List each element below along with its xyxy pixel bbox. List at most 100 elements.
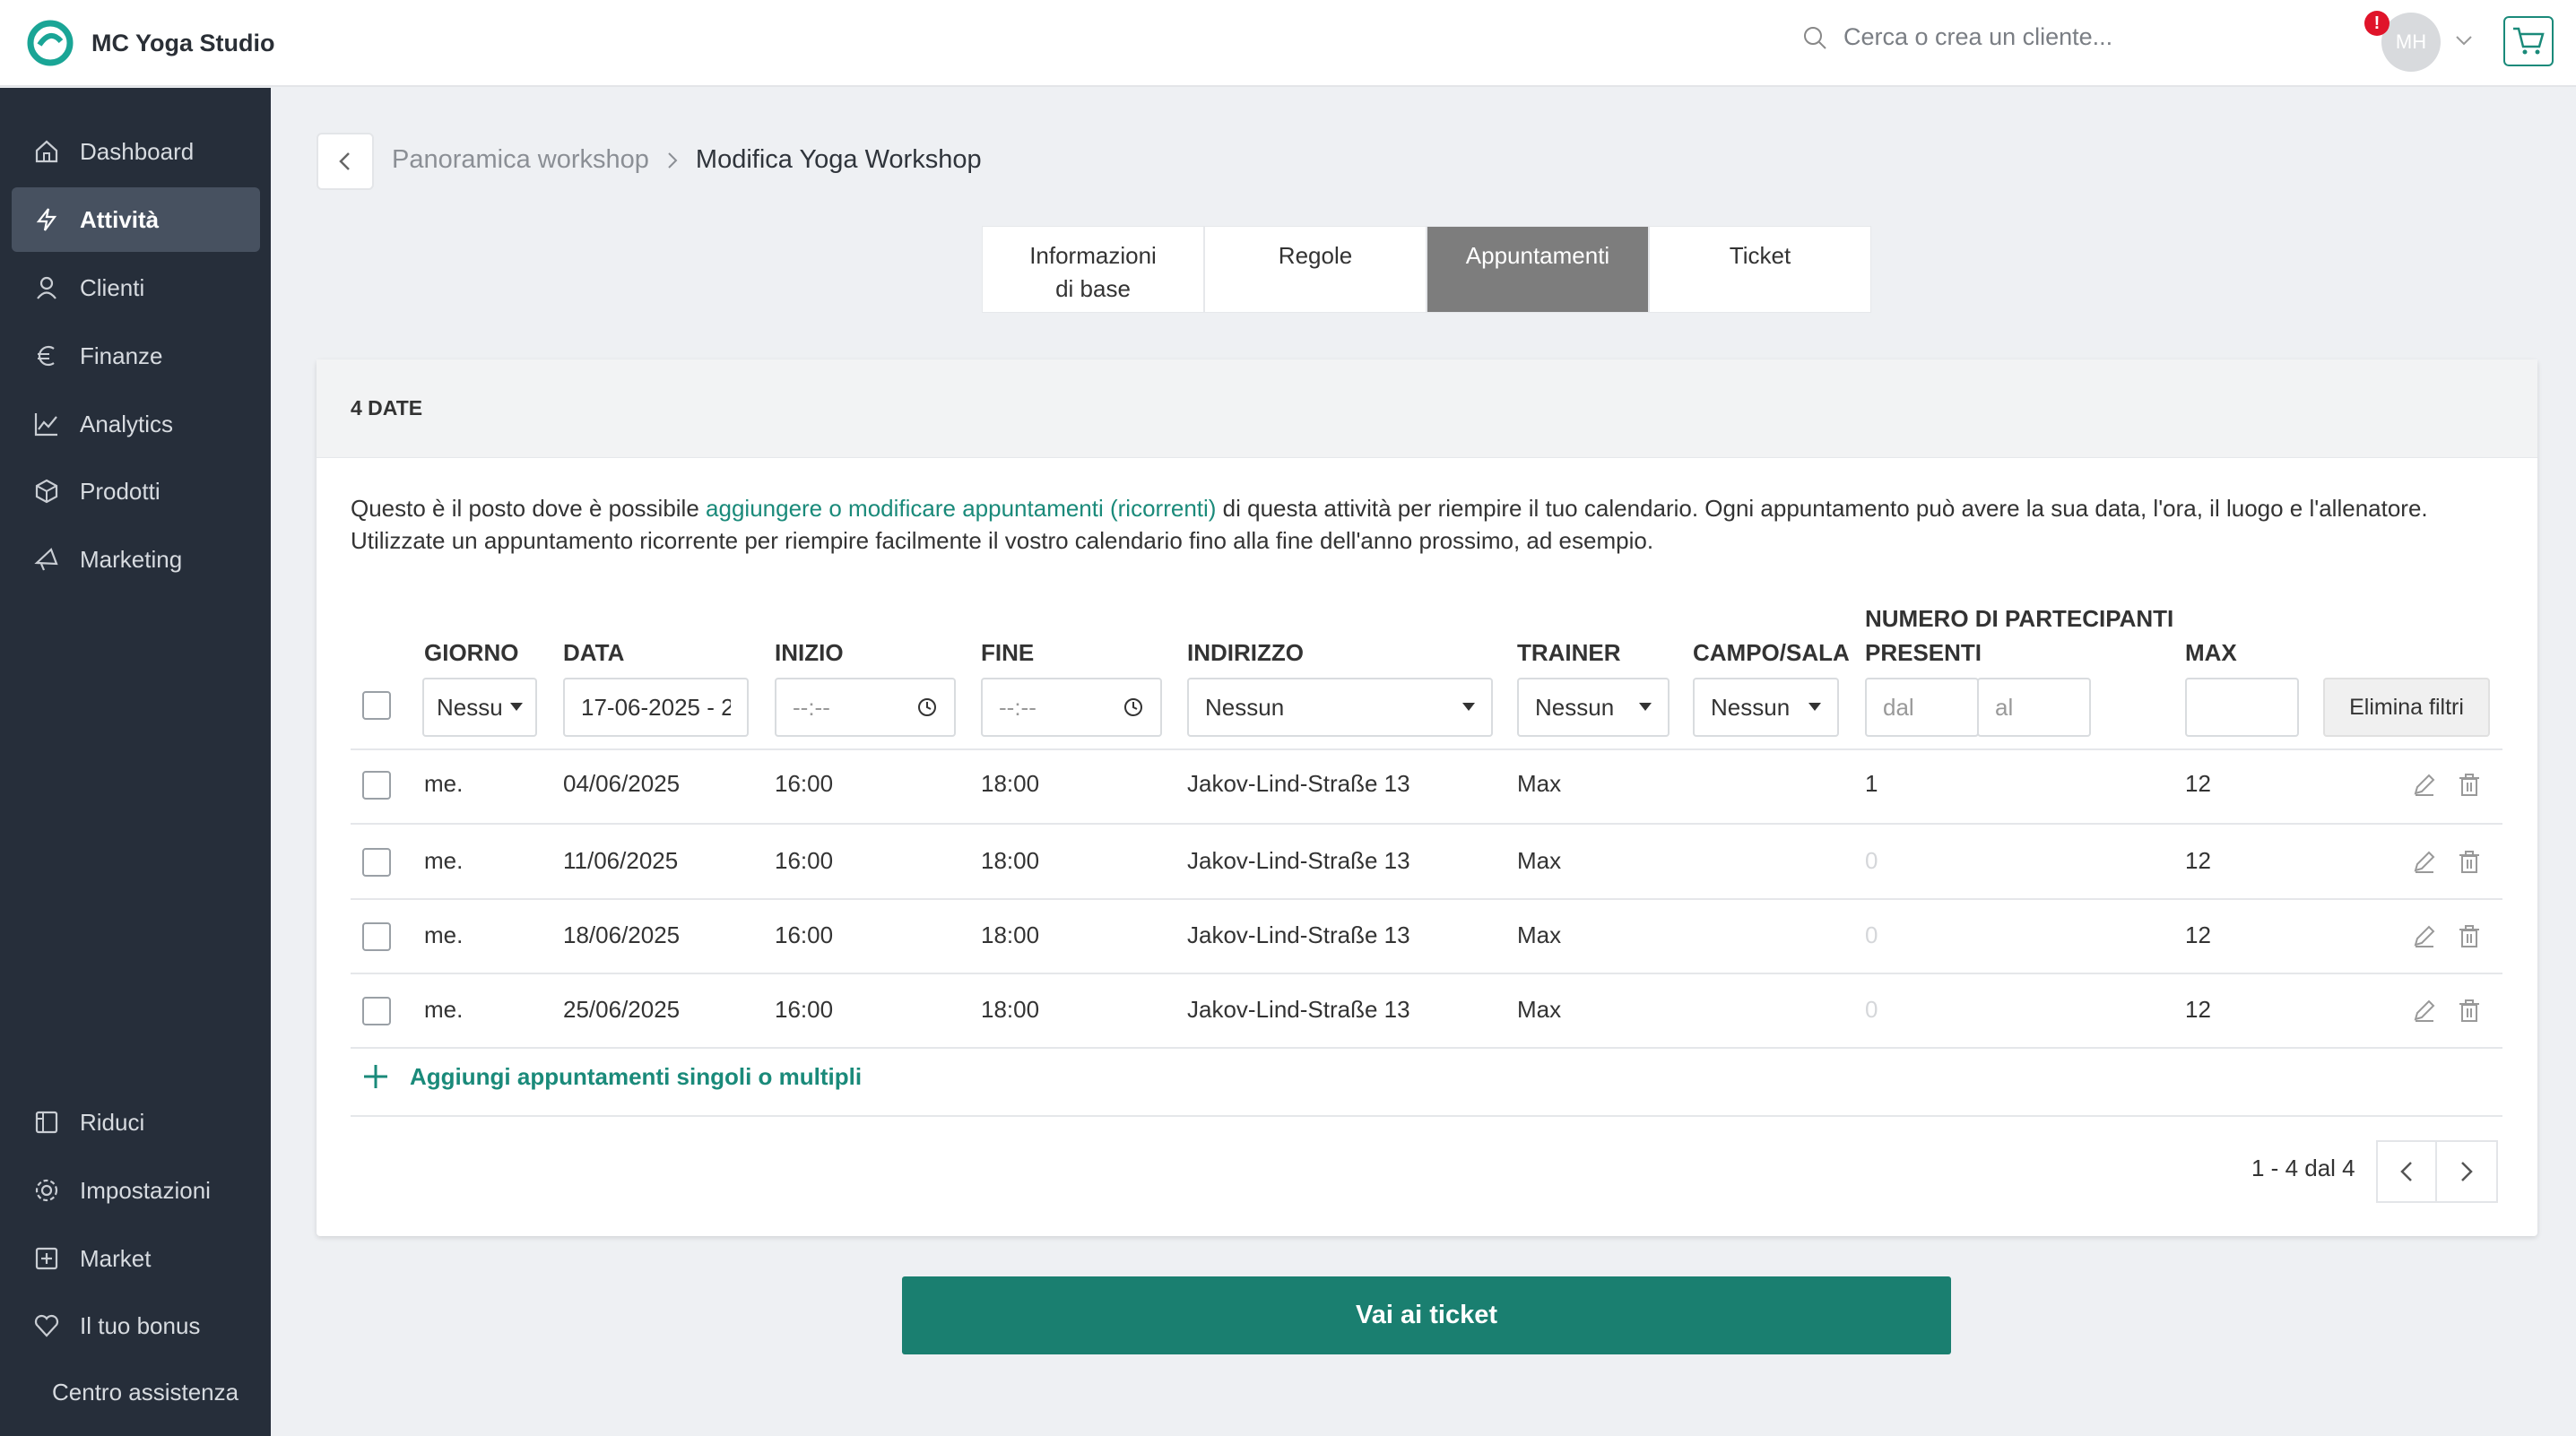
sidebar-item-finanze[interactable]: Finanze xyxy=(12,324,260,388)
cell-fine: 18:00 xyxy=(981,847,1040,874)
sidebar-item-label: Impostazioni xyxy=(80,1176,211,1204)
sidebar-item-riduci[interactable]: Riduci xyxy=(12,1090,260,1155)
col-max: MAX xyxy=(2185,639,2237,666)
desc-text: Questo è il posto dove è possibile xyxy=(351,495,707,522)
add-appointments-label: Aggiungi appuntamenti singoli o multipli xyxy=(410,1062,863,1090)
address-filter[interactable]: Nessun xyxy=(1187,678,1493,737)
sidebar-item-market[interactable]: Market xyxy=(12,1226,260,1291)
cell-indirizzo: Jakov-Lind-Straße 13 xyxy=(1187,921,1410,948)
help-center-link[interactable]: Centro assistenza xyxy=(52,1379,239,1406)
row-checkbox[interactable] xyxy=(362,771,391,800)
row-checkbox[interactable] xyxy=(362,997,391,1025)
next-page-button[interactable] xyxy=(2437,1140,2498,1203)
back-button[interactable] xyxy=(317,133,374,190)
col-campo: CAMPO/SALA xyxy=(1693,639,1850,666)
sidebar-item-dashboard[interactable]: Dashboard xyxy=(12,119,260,184)
trash-icon[interactable] xyxy=(2457,923,2482,948)
row-actions xyxy=(2412,772,2482,797)
start-time-filter[interactable]: --:-- xyxy=(775,678,956,737)
pagination-info: 1 - 4 dal 4 xyxy=(2251,1155,2355,1181)
divider xyxy=(351,898,2502,900)
cell-inizio: 16:00 xyxy=(775,921,834,948)
edit-icon[interactable] xyxy=(2412,772,2437,797)
sidebar-item-label: Prodotti xyxy=(80,477,160,505)
cell-trainer: Max xyxy=(1517,847,1562,874)
cell-max: 12 xyxy=(2185,996,2211,1023)
row-checkbox[interactable] xyxy=(362,922,391,951)
row-actions xyxy=(2412,849,2482,874)
trash-icon[interactable] xyxy=(2457,849,2482,874)
participants-from-input[interactable]: dal xyxy=(1865,678,1979,737)
col-data: DATA xyxy=(563,639,625,666)
desc-link[interactable]: aggiungere o modificare appuntamenti (ri… xyxy=(706,495,1216,522)
divider xyxy=(351,973,2502,974)
cell-inizio: 16:00 xyxy=(775,770,834,797)
divider xyxy=(351,1047,2502,1049)
room-filter[interactable]: Nessun xyxy=(1693,678,1839,737)
select-all-checkbox[interactable] xyxy=(362,691,391,720)
edit-icon[interactable] xyxy=(2412,849,2437,874)
sidebar-item-label: Marketing xyxy=(80,545,183,573)
sidebar-item-marketing[interactable]: Marketing xyxy=(12,527,260,592)
tab-regole[interactable]: Regole xyxy=(1204,226,1427,313)
sidebar-item-label: Riduci xyxy=(80,1108,145,1136)
sidebar-item-attivita[interactable]: Attività xyxy=(12,187,260,252)
logo-icon xyxy=(27,20,74,66)
col-fine: FINE xyxy=(981,639,1035,666)
row-checkbox[interactable] xyxy=(362,848,391,877)
sidebar-item-clienti[interactable]: Clienti xyxy=(12,255,260,320)
clear-filters-button[interactable]: Elimina filtri xyxy=(2323,678,2490,737)
search-input[interactable] xyxy=(1843,23,2220,51)
cell-fine: 18:00 xyxy=(981,921,1040,948)
cart-button[interactable] xyxy=(2503,16,2554,66)
cell-data: 04/06/2025 xyxy=(563,770,681,797)
clock-icon xyxy=(918,698,936,716)
trainer-filter[interactable]: Nessun xyxy=(1517,678,1670,737)
divider xyxy=(351,1115,2502,1117)
edit-icon[interactable] xyxy=(2412,923,2437,948)
cell-fine: 18:00 xyxy=(981,770,1040,797)
caret-down-icon xyxy=(1462,703,1475,711)
sidebar-item-impostazioni[interactable]: Impostazioni xyxy=(12,1158,260,1223)
home-icon xyxy=(35,140,58,163)
sidebar-item-label: Il tuo bonus xyxy=(80,1311,201,1339)
megaphone-icon xyxy=(34,548,58,571)
participants-to-input[interactable]: al xyxy=(1977,678,2091,737)
trash-icon[interactable] xyxy=(2457,998,2482,1023)
top-bar: MC Yoga Studio MH ! xyxy=(0,0,2576,87)
breadcrumb-parent[interactable]: Panoramica workshop xyxy=(392,145,649,175)
brand[interactable]: MC Yoga Studio xyxy=(27,20,275,66)
sidebar-item-label: Clienti xyxy=(80,273,145,301)
edit-icon[interactable] xyxy=(2412,998,2437,1023)
avatar[interactable]: MH xyxy=(2381,13,2441,72)
go-to-tickets-button[interactable]: Vai ai ticket xyxy=(902,1276,1951,1354)
tab-ticket[interactable]: Ticket xyxy=(1649,226,1871,313)
cell-presenti: 1 xyxy=(1865,770,1878,797)
chevron-down-icon[interactable] xyxy=(2454,30,2474,50)
sidebar-item-prodotti[interactable]: Prodotti xyxy=(12,459,260,523)
max-filter-input[interactable] xyxy=(2185,678,2299,737)
tab-informazioni[interactable]: Informazioni di base xyxy=(982,226,1204,313)
sidebar-item-analytics[interactable]: Analytics xyxy=(12,392,260,456)
date-range-filter[interactable]: 17-06-2025 - 2 xyxy=(563,678,749,737)
giorno-filter[interactable]: Nessun xyxy=(422,678,537,737)
prev-page-button[interactable] xyxy=(2376,1140,2437,1203)
sidebar-item-bonus[interactable]: Il tuo bonus xyxy=(12,1293,260,1358)
col-presenti: PRESENTI xyxy=(1865,639,1982,666)
filter-value: Nessun xyxy=(1205,693,1285,721)
cell-presenti: 0 xyxy=(1865,996,1878,1023)
cell-trainer: Max xyxy=(1517,770,1562,797)
col-indirizzo: INDIRIZZO xyxy=(1187,639,1304,666)
add-appointments-button[interactable]: Aggiungi appuntamenti singoli o multipli xyxy=(361,1062,862,1091)
trash-icon[interactable] xyxy=(2457,772,2482,797)
euro-icon xyxy=(38,345,55,367)
end-time-filter[interactable]: --:-- xyxy=(981,678,1162,737)
cell-max: 12 xyxy=(2185,921,2211,948)
tab-appuntamenti[interactable]: Appuntamenti xyxy=(1427,226,1649,313)
breadcrumb-current: Modifica Yoga Workshop xyxy=(695,145,982,174)
col-giorno: GIORNO xyxy=(424,639,519,666)
sidebar-item-label: Attività xyxy=(80,205,160,233)
client-search[interactable] xyxy=(1802,23,2220,51)
caret-down-icon xyxy=(1639,703,1652,711)
plus-icon xyxy=(364,1065,387,1088)
